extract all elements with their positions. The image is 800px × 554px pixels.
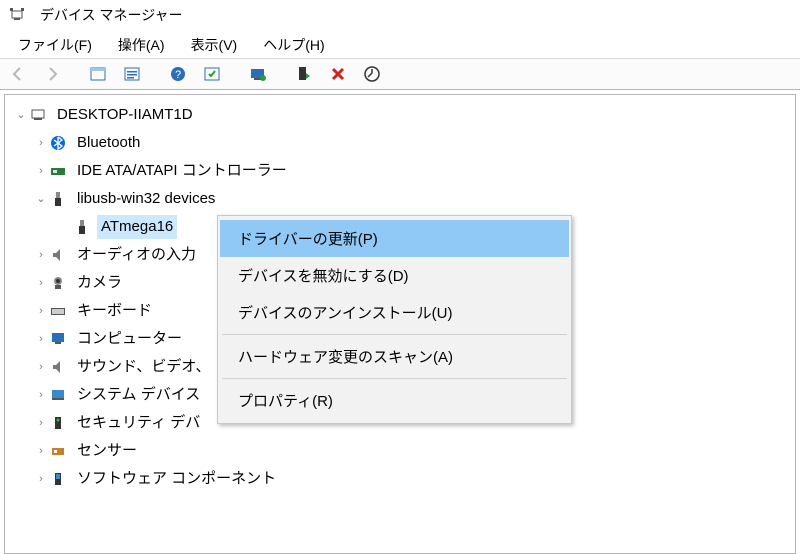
- monitor-icon: [49, 330, 67, 348]
- usb-icon: [49, 190, 67, 208]
- tree-root-label: DESKTOP-IIAMT1D: [57, 101, 193, 129]
- device-tree[interactable]: ⌄ DESKTOP-IIAMT1D › Bluetooth › IDE ATA/…: [4, 94, 796, 554]
- forward-button[interactable]: [40, 62, 64, 86]
- tree-node-software-comp[interactable]: › ソフトウェア コンポーネント: [9, 465, 795, 493]
- show-hidden-button[interactable]: [86, 62, 110, 86]
- help-button[interactable]: ?: [166, 62, 190, 86]
- ctx-separator: [222, 378, 567, 379]
- software-component-icon: [49, 470, 67, 488]
- ctx-uninstall-device[interactable]: デバイスのアンインストール(U): [220, 294, 569, 331]
- tree-label: コンピューター: [77, 325, 182, 353]
- chevron-right-icon[interactable]: ›: [33, 269, 49, 297]
- window-title: デバイス マネージャー: [40, 5, 183, 25]
- tree-label: セキュリティ デバ: [77, 409, 200, 437]
- menu-action[interactable]: 操作(A): [106, 31, 177, 59]
- tree-node-bluetooth[interactable]: › Bluetooth: [9, 129, 795, 157]
- tree-label: サウンド、ビデオ、: [77, 353, 211, 381]
- tree-root[interactable]: ⌄ DESKTOP-IIAMT1D: [9, 101, 795, 129]
- tree-label: ATmega16: [101, 213, 173, 241]
- chevron-right-icon[interactable]: ›: [33, 353, 49, 381]
- system-device-icon: [49, 386, 67, 404]
- menubar: ファイル(F) 操作(A) 表示(V) ヘルプ(H): [0, 30, 800, 58]
- update-driver-button[interactable]: [246, 62, 270, 86]
- computer-icon: [29, 106, 47, 124]
- scan-hardware-button[interactable]: [200, 62, 224, 86]
- uninstall-device-button[interactable]: [326, 62, 350, 86]
- back-button[interactable]: [6, 62, 30, 86]
- devmgr-icon: [8, 6, 26, 24]
- tree-label: IDE ATA/ATAPI コントローラー: [77, 157, 287, 185]
- properties-button[interactable]: [120, 62, 144, 86]
- ctx-scan-hw[interactable]: ハードウェア変更のスキャン(A): [220, 338, 569, 375]
- tree-node-libusb[interactable]: ⌄ libusb-win32 devices: [9, 185, 795, 213]
- tree-label: ソフトウェア コンポーネント: [77, 465, 276, 493]
- chevron-down-icon[interactable]: ⌄: [13, 101, 29, 129]
- audio-icon: [49, 246, 67, 264]
- ctx-update-driver[interactable]: ドライバーの更新(P): [220, 220, 569, 257]
- usb-device-icon: [73, 218, 91, 236]
- menu-file[interactable]: ファイル(F): [6, 31, 104, 59]
- tree-label: キーボード: [77, 297, 152, 325]
- tree-label: センサー: [77, 437, 137, 465]
- sensor-icon: [49, 442, 67, 460]
- tree-label: オーディオの入力: [77, 241, 196, 269]
- chevron-right-icon[interactable]: ›: [33, 381, 49, 409]
- bluetooth-icon: [49, 134, 67, 152]
- menu-help[interactable]: ヘルプ(H): [251, 31, 336, 59]
- sound-icon: [49, 358, 67, 376]
- tree-label: システム デバイス: [77, 381, 200, 409]
- enable-device-button[interactable]: [292, 62, 316, 86]
- titlebar: デバイス マネージャー: [0, 0, 800, 30]
- chevron-right-icon[interactable]: ›: [33, 437, 49, 465]
- tree-label: libusb-win32 devices: [77, 185, 215, 213]
- camera-icon: [49, 274, 67, 292]
- tree-label: カメラ: [77, 269, 122, 297]
- keyboard-icon: [49, 302, 67, 320]
- chevron-right-icon[interactable]: ›: [33, 409, 49, 437]
- context-menu: ドライバーの更新(P) デバイスを無効にする(D) デバイスのアンインストール(…: [217, 215, 572, 424]
- chevron-right-icon[interactable]: ›: [33, 129, 49, 157]
- tree-node-ide[interactable]: › IDE ATA/ATAPI コントローラー: [9, 157, 795, 185]
- security-device-icon: [49, 414, 67, 432]
- tree-label: Bluetooth: [77, 129, 140, 157]
- ctx-separator: [222, 334, 567, 335]
- tree-node-sensor[interactable]: › センサー: [9, 437, 795, 465]
- chevron-right-icon[interactable]: ›: [33, 325, 49, 353]
- ctx-disable-device[interactable]: デバイスを無効にする(D): [220, 257, 569, 294]
- chevron-right-icon[interactable]: ›: [33, 157, 49, 185]
- ctx-properties[interactable]: プロパティ(R): [220, 382, 569, 419]
- chevron-right-icon[interactable]: ›: [33, 241, 49, 269]
- chevron-down-icon[interactable]: ⌄: [33, 185, 49, 213]
- disable-device-button[interactable]: [360, 62, 384, 86]
- ide-controller-icon: [49, 162, 67, 180]
- chevron-right-icon[interactable]: ›: [33, 297, 49, 325]
- chevron-right-icon[interactable]: ›: [33, 465, 49, 493]
- svg-text:?: ?: [175, 69, 181, 81]
- toolbar: ?: [0, 58, 800, 90]
- menu-view[interactable]: 表示(V): [179, 31, 250, 59]
